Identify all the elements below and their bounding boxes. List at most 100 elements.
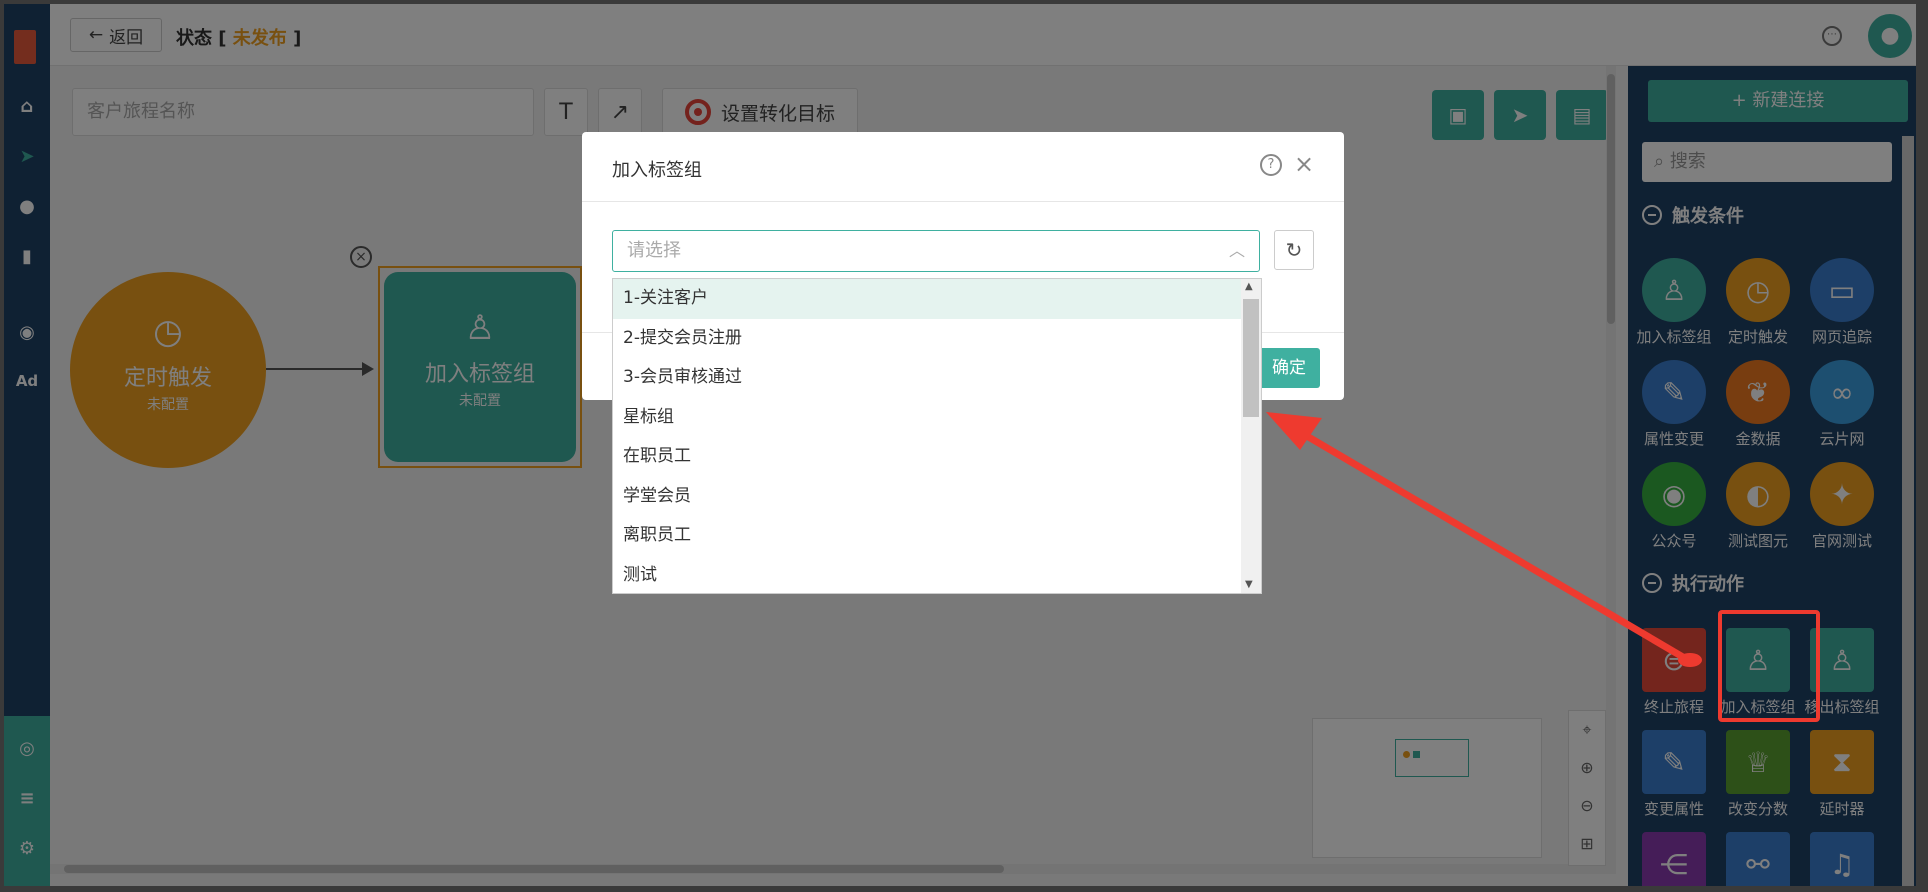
- publish-icon[interactable]: ➤: [1494, 90, 1546, 140]
- text-tool-button[interactable]: T: [544, 88, 588, 136]
- node-title: 加入标签组: [424, 362, 535, 387]
- back-button[interactable]: ← 返回: [70, 18, 162, 52]
- dropdown-option[interactable]: 1-关注客户: [613, 279, 1241, 319]
- canvas-horizontal-scrollbar[interactable]: [50, 864, 1606, 874]
- modal-header: 加入标签组 ? ×: [582, 132, 1344, 202]
- tile-branch[interactable]: ⋲: [1632, 832, 1716, 886]
- journey-name-input[interactable]: 客户旅程名称: [72, 88, 534, 136]
- dropdown-option[interactable]: 学堂会员: [613, 477, 1241, 517]
- wechat-icon[interactable]: ◉: [4, 322, 50, 343]
- tile-label: 云片网: [1819, 430, 1865, 448]
- left-nav-bottom: ◎ ≡ ⚙: [4, 716, 50, 886]
- webhook-icon: ⚯: [1726, 832, 1790, 886]
- tile-yunpian[interactable]: ∞ 云片网: [1800, 360, 1884, 449]
- dropdown-option[interactable]: 离职员工: [613, 516, 1241, 556]
- fit-icon[interactable]: ⊞: [1569, 825, 1605, 863]
- scrollbar-thumb[interactable]: [64, 865, 1004, 873]
- tile-label: 公众号: [1651, 532, 1697, 550]
- cloud-link-icon: ∞: [1810, 360, 1874, 424]
- dropdown-scrollbar[interactable]: ▲ ▼: [1241, 279, 1261, 593]
- dropdown-option[interactable]: 在职员工: [613, 437, 1241, 477]
- home-icon[interactable]: ⌂: [4, 96, 50, 117]
- help-icon[interactable]: ?: [1260, 154, 1282, 176]
- bar-chart-icon[interactable]: ▮: [4, 246, 50, 267]
- dropdown-option[interactable]: 测试: [613, 556, 1241, 594]
- tag-group-select[interactable]: 请选择 ︿: [612, 230, 1260, 272]
- tile-timer-trigger[interactable]: ◷ 定时触发: [1716, 258, 1800, 347]
- send-icon[interactable]: ➤: [4, 146, 50, 167]
- minimap[interactable]: [1312, 718, 1542, 858]
- stop-icon: ⊜: [1642, 628, 1706, 692]
- dropdown-option[interactable]: 2-提交会员注册: [613, 319, 1241, 359]
- panel-scrollbar[interactable]: [1902, 136, 1914, 886]
- collapse-icon: [1642, 205, 1662, 225]
- modal-title: 加入标签组: [612, 160, 702, 181]
- user-icon[interactable]: ●: [4, 196, 50, 217]
- tile-test-element[interactable]: ◐ 测试图元: [1716, 462, 1800, 551]
- tile-official-account[interactable]: ◉ 公众号: [1632, 462, 1716, 551]
- tile-delay[interactable]: ⧗ 延时器: [1800, 730, 1884, 819]
- clock-icon: ◷: [1726, 258, 1790, 322]
- bracket-close: ]: [293, 28, 302, 49]
- gear-icon[interactable]: ⚙: [4, 838, 50, 859]
- zoom-in-icon[interactable]: ⊕: [1569, 749, 1605, 787]
- status-title: 状态: [176, 28, 212, 49]
- ad-icon[interactable]: Ad: [4, 372, 50, 390]
- tile-change-score[interactable]: ♕ 改变分数: [1716, 730, 1800, 819]
- trophy-icon: ♕: [1726, 730, 1790, 794]
- canvas-vertical-scrollbar[interactable]: [1606, 66, 1616, 874]
- close-icon[interactable]: ×: [350, 246, 372, 268]
- tile-site-test[interactable]: ✦ 官网测试: [1800, 462, 1884, 551]
- tile-label: 官网测试: [1811, 532, 1872, 550]
- tile-add-tag-group[interactable]: ♙ 加入标签组: [1632, 258, 1716, 347]
- dropdown-option[interactable]: 3-会员审核通过: [613, 358, 1241, 398]
- tile-web-tracking[interactable]: ▭ 网页追踪: [1800, 258, 1884, 347]
- edit-icon: ✎: [1642, 730, 1706, 794]
- new-connection-button[interactable]: + 新建连接: [1648, 80, 1908, 122]
- set-goal-button[interactable]: 设置转化目标: [662, 88, 858, 136]
- section-actions[interactable]: 执行动作: [1642, 570, 1744, 596]
- scroll-up-icon[interactable]: ▲: [1245, 281, 1253, 292]
- status-label: 状态 [ 未发布 ]: [176, 24, 301, 50]
- user-plus-icon: ♙: [1642, 258, 1706, 322]
- scrollbar-thumb[interactable]: [1607, 74, 1615, 324]
- node-add-tag-group[interactable]: ♙ 加入标签组 未配置: [384, 272, 576, 462]
- badge-icon: ◐: [1726, 462, 1790, 526]
- minimap-viewport[interactable]: [1395, 739, 1469, 777]
- set-goal-label: 设置转化目标: [720, 102, 835, 125]
- bracket-open: [: [218, 28, 233, 49]
- component-search-input[interactable]: ⌕ 搜索: [1642, 142, 1892, 182]
- confirm-button[interactable]: 确定: [1258, 348, 1320, 388]
- tile-label: 改变分数: [1727, 800, 1788, 818]
- save-icon[interactable]: ▣: [1432, 90, 1484, 140]
- target-icon: [684, 99, 711, 125]
- tile-label: 属性变更: [1643, 430, 1704, 448]
- edit-icon: ✎: [1642, 360, 1706, 424]
- zoom-out-icon[interactable]: ⊖: [1569, 787, 1605, 825]
- locate-icon[interactable]: ⌖: [1569, 711, 1605, 749]
- tile-change-attribute[interactable]: ✎ 变更属性: [1632, 730, 1716, 819]
- clock-icon: ◷: [153, 312, 183, 352]
- tile-jinshuju[interactable]: ❦ 金数据: [1716, 360, 1800, 449]
- collapse-icon: [1642, 573, 1662, 593]
- hourglass-icon: ⧗: [1810, 730, 1874, 794]
- avatar[interactable]: ●: [1868, 14, 1912, 58]
- server-icon[interactable]: ≡: [4, 788, 50, 809]
- dropdown-option[interactable]: 星标组: [613, 398, 1241, 438]
- section-trigger-conditions[interactable]: 触发条件: [1642, 202, 1744, 228]
- tag-group-dropdown[interactable]: 1-关注客户 2-提交会员注册 3-会员审核通过 星标组 在职员工 学堂会员 离…: [612, 278, 1262, 594]
- back-label: 返回: [109, 27, 144, 48]
- tile-end-journey[interactable]: ⊜ 终止旅程: [1632, 628, 1716, 717]
- close-icon[interactable]: ×: [1294, 150, 1314, 178]
- scrollbar-thumb[interactable]: [1243, 299, 1259, 417]
- tile-webhook[interactable]: ⚯: [1716, 832, 1800, 886]
- refresh-icon[interactable]: ↻: [1274, 230, 1314, 270]
- tile-notification[interactable]: ♫: [1800, 832, 1884, 886]
- message-icon[interactable]: ⋯: [1822, 26, 1842, 46]
- node-timer-trigger[interactable]: ◷ 定时触发 未配置: [70, 272, 266, 468]
- tile-attribute-change[interactable]: ✎ 属性变更: [1632, 360, 1716, 449]
- scroll-down-icon[interactable]: ▼: [1245, 579, 1253, 590]
- arrow-tool-button[interactable]: ↗: [598, 88, 642, 136]
- layout-icon[interactable]: ▤: [1556, 90, 1608, 140]
- settings-circle-icon[interactable]: ◎: [4, 738, 50, 759]
